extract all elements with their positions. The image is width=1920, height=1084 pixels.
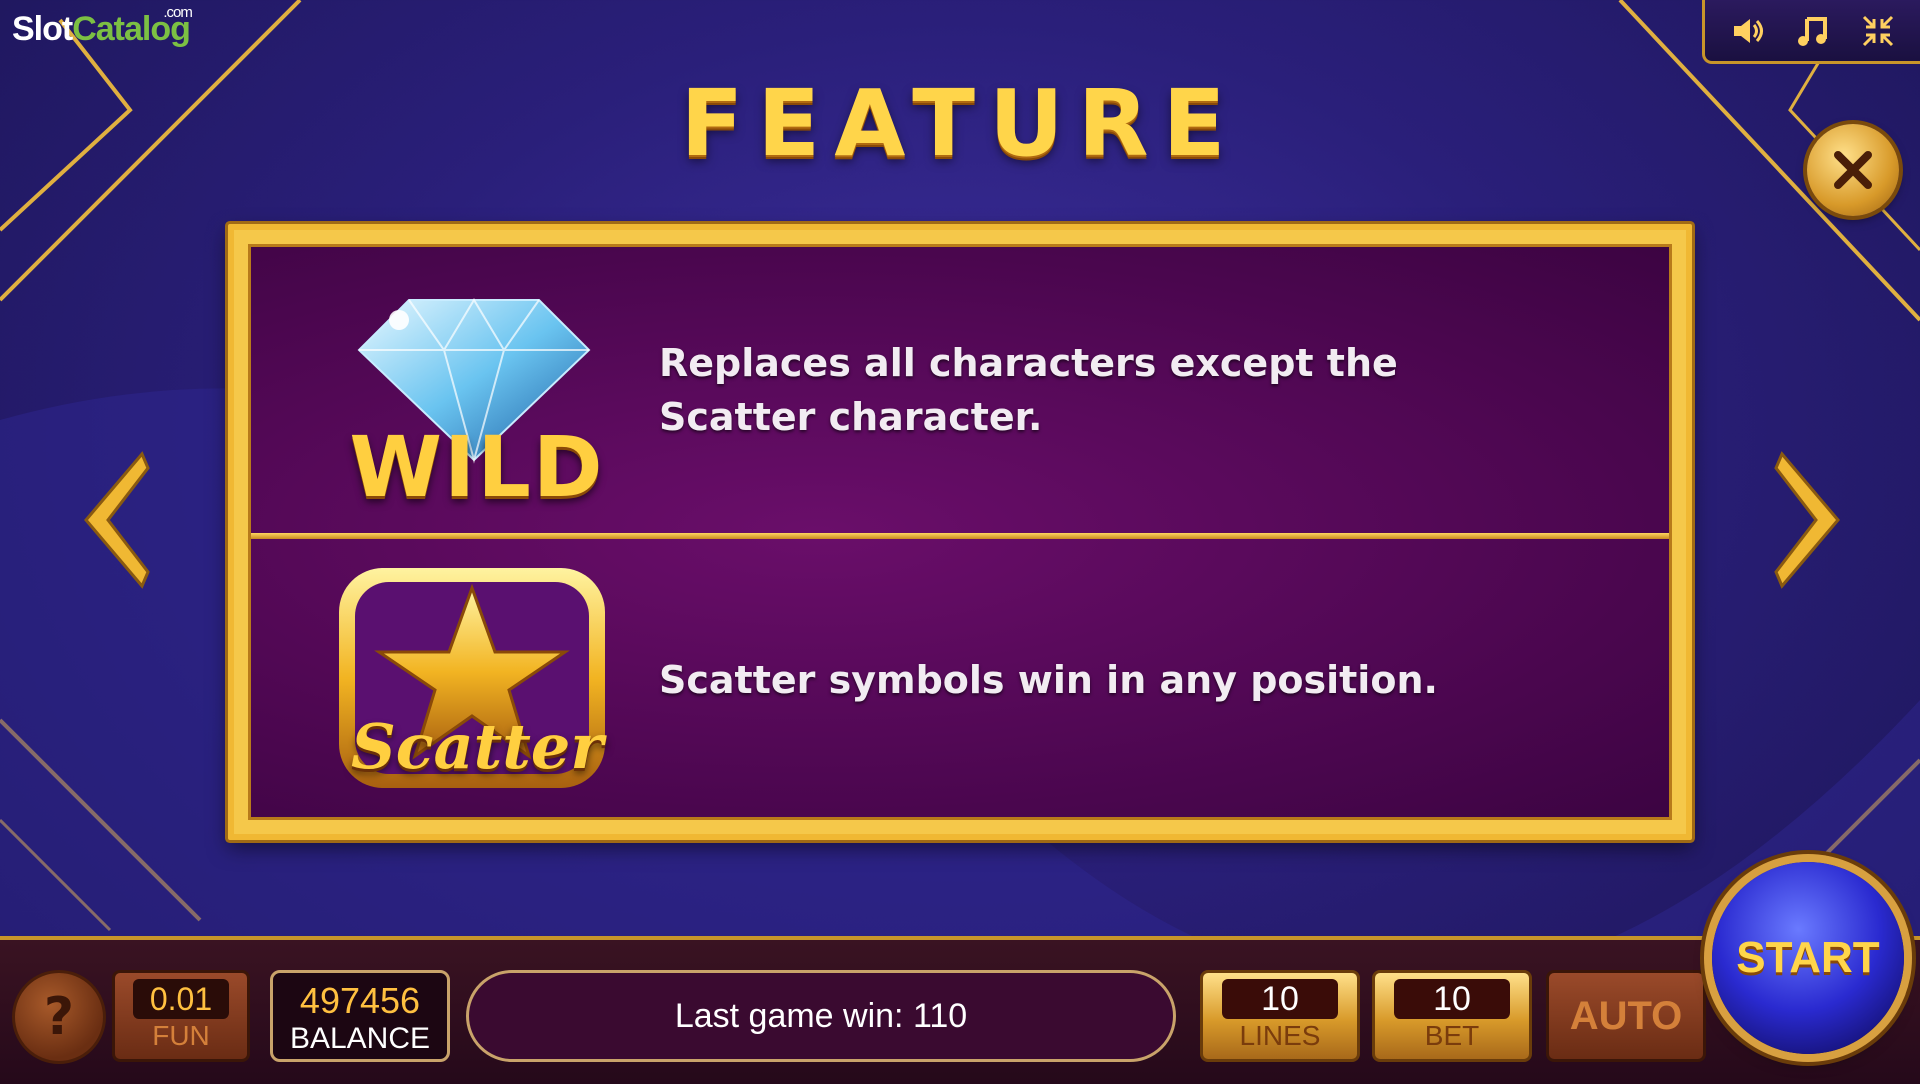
wild-symbol: WILD (329, 270, 619, 516)
speaker-icon[interactable] (1728, 11, 1768, 51)
feature-panel-inner: WILD Replaces all characters except the … (248, 244, 1672, 820)
bet-label: BET (1424, 1020, 1480, 1051)
question-mark-icon: ? (43, 987, 75, 1047)
watermark-slot: Slot (12, 10, 73, 48)
wild-description: Replaces all characters except the Scatt… (659, 341, 1398, 439)
bet-button[interactable]: 10 BET (1372, 970, 1532, 1062)
balance-label: BALANCE (289, 1022, 431, 1055)
shrink-icon[interactable] (1858, 11, 1898, 51)
music-icon[interactable] (1793, 11, 1833, 51)
balance-display: 497456 BALANCE (270, 970, 450, 1062)
help-button[interactable]: ? (12, 970, 106, 1064)
feature-row-scatter: Scatter Scatter symbols win in any posit… (251, 539, 1669, 821)
top-controls (1702, 0, 1920, 64)
last-win-display: Last game win: 110 (466, 970, 1176, 1062)
lines-button[interactable]: 10 LINES (1200, 970, 1360, 1062)
chevron-left-icon (84, 451, 150, 589)
scatter-description: Scatter symbols win in any position. (659, 658, 1438, 702)
lines-value: 10 (1222, 979, 1338, 1019)
scatter-label: Scatter (350, 710, 604, 783)
start-button[interactable]: START (1712, 862, 1904, 1054)
bet-value: 10 (1394, 979, 1510, 1019)
scatter-symbol: Scatter (329, 560, 619, 800)
coin-value-button[interactable]: 0.01 FUN (112, 970, 250, 1062)
watermark-com: .com (163, 4, 192, 21)
page-title: FEATURE (680, 70, 1240, 177)
feature-row-wild: WILD Replaces all characters except the … (251, 247, 1669, 533)
watermark-logo: SlotCatalog .com (12, 4, 193, 49)
balance-value: 497456 (299, 980, 421, 1021)
coin-label: FUN (152, 1020, 210, 1051)
auto-button[interactable]: AUTO (1546, 970, 1706, 1062)
prev-page-button[interactable] (78, 450, 158, 590)
chevron-right-icon (1774, 451, 1840, 589)
wild-label: WILD (349, 418, 605, 516)
feature-panel: WILD Replaces all characters except the … (228, 224, 1692, 840)
coin-value: 0.01 (133, 979, 229, 1019)
lines-label: LINES (1239, 1020, 1321, 1051)
next-page-button[interactable] (1766, 450, 1846, 590)
